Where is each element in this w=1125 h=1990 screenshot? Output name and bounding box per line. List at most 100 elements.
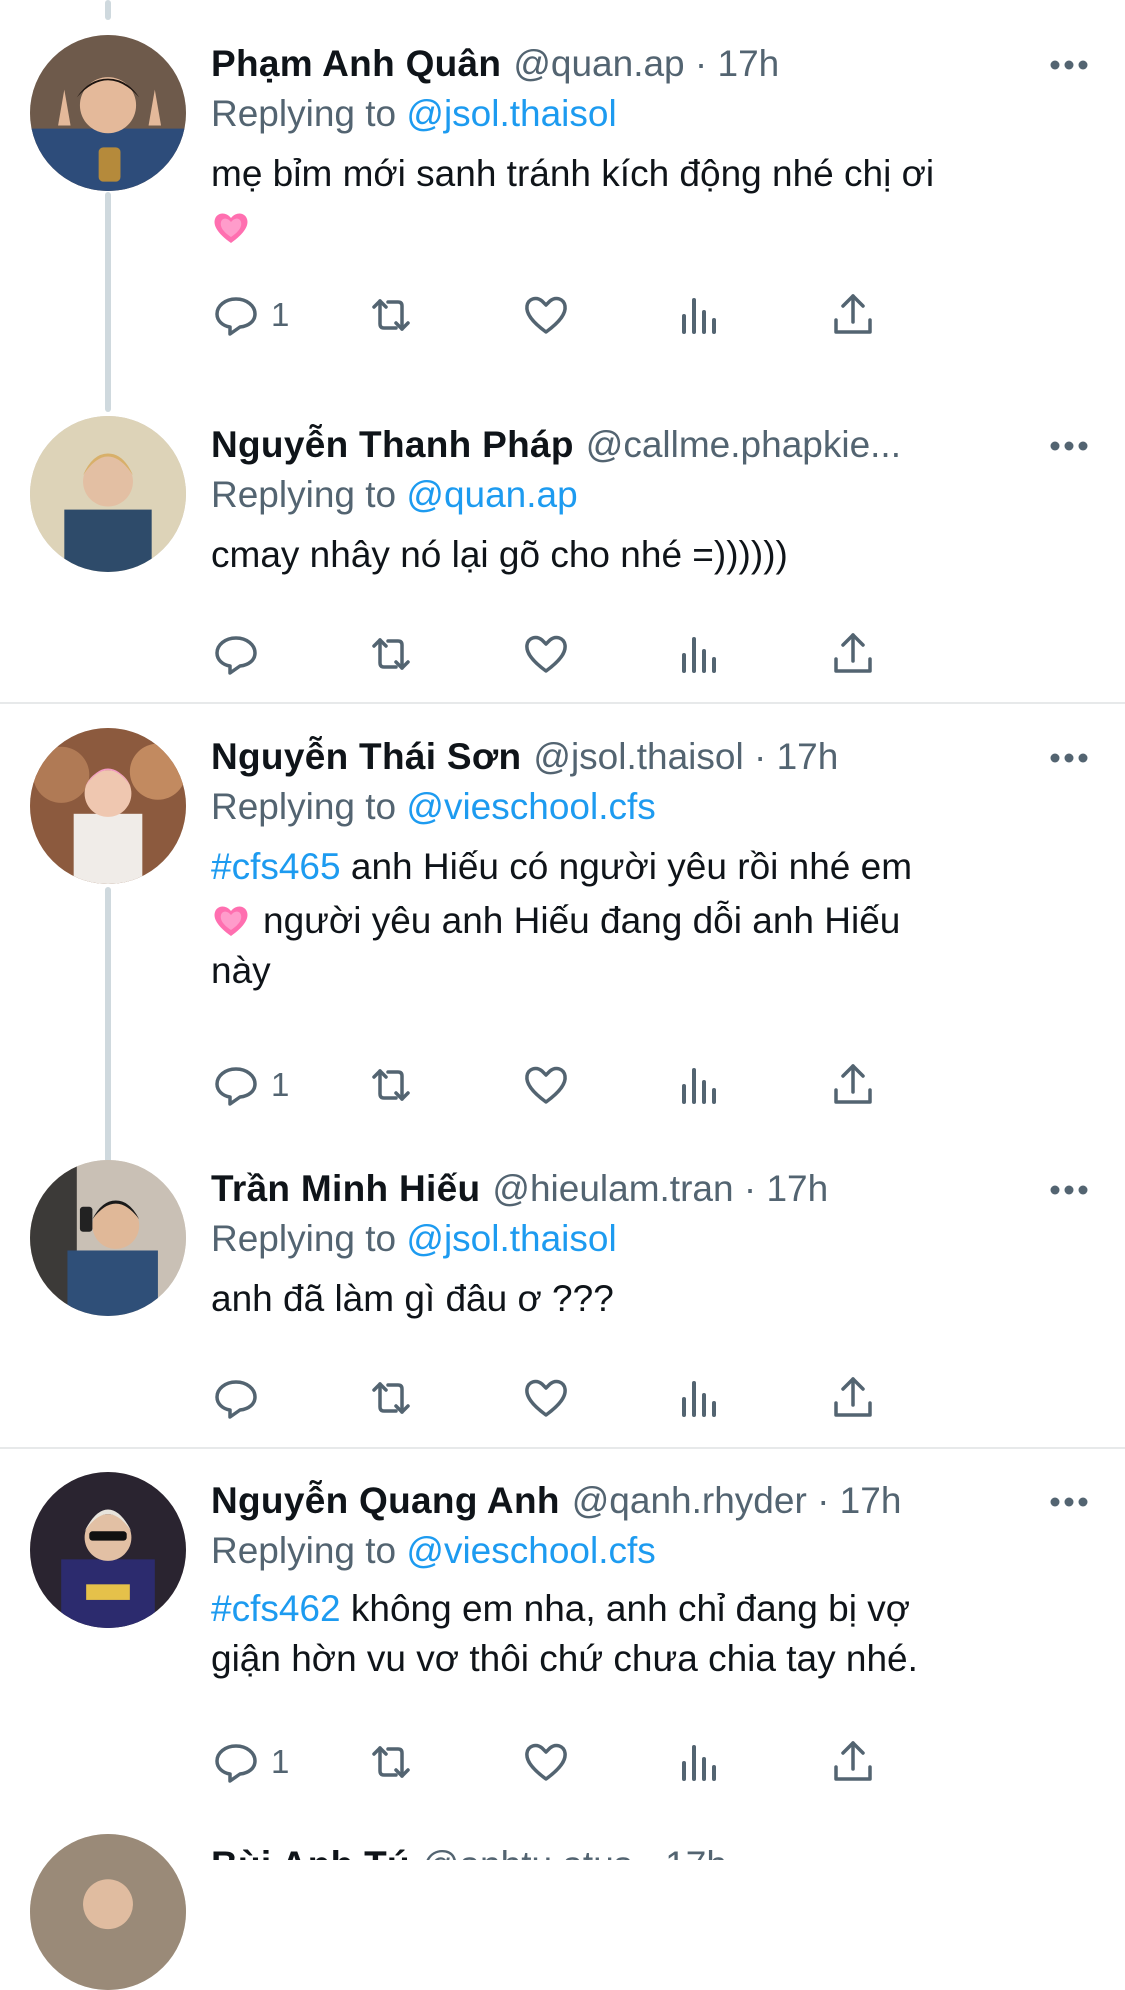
reply-icon [215, 636, 257, 675]
author-handle[interactable]: @callme.phapkie... [586, 424, 901, 465]
views-button[interactable] [674, 1055, 724, 1115]
author-handle[interactable]: @hieulam.tran [492, 1168, 733, 1209]
timestamp[interactable]: · 17h [817, 1480, 901, 1521]
timestamp[interactable]: · 17h [695, 43, 779, 84]
tweet-text-line: #cfs465 anh Hiếu có người yêu rồi nhé em [211, 840, 1105, 894]
reply-button[interactable] [211, 624, 271, 684]
tweet-text-line: #cfs462 không em nha, anh chỉ đang bị vợ [211, 1584, 1105, 1634]
reply-icon [215, 1744, 257, 1783]
author-handle[interactable]: @jsol.thaisol [533, 736, 743, 777]
views-button[interactable] [674, 624, 724, 684]
more-options-button[interactable] [1043, 732, 1095, 784]
retweet-button[interactable] [366, 1732, 416, 1792]
share-button[interactable] [828, 1732, 878, 1792]
avatar[interactable] [30, 35, 186, 191]
like-button[interactable] [521, 1732, 571, 1792]
avatar-image [30, 35, 186, 191]
share-button[interactable] [828, 285, 878, 345]
replying-prefix: Replying to [211, 1530, 407, 1571]
author-name[interactable]: Phạm Anh Quân [211, 43, 501, 84]
tweet[interactable]: Nguyễn Quang Anh @qanh.rhyder · 17h Reply… [0, 1472, 1125, 1792]
more-options-button[interactable] [1043, 39, 1095, 91]
like-button[interactable] [521, 285, 571, 345]
tweet[interactable]: Nguyễn Thanh Pháp @callme.phapkie... Repl… [0, 416, 1125, 696]
author-name[interactable]: Nguyễn Quang Anh [211, 1480, 560, 1521]
more-options-button[interactable] [1043, 1476, 1095, 1528]
more-options-button[interactable] [1043, 1164, 1095, 1216]
timestamp[interactable]: · 17h [744, 1168, 828, 1209]
tweet-text-line: mẹ bỉm mới sanh tránh kích động nhé chị … [211, 153, 935, 194]
tweet[interactable]: Nguyễn Thái Sơn @jsol.thaisol · 17h Reply… [0, 728, 1125, 1158]
tweet[interactable]: Phạm Anh Quân @quan.ap · 17h Replying to … [0, 35, 1125, 395]
retweet-button[interactable] [366, 285, 416, 345]
author-handle[interactable]: @quan.ap [513, 43, 684, 84]
replying-prefix: Replying to [211, 474, 407, 515]
reply-icon [215, 297, 257, 336]
hashtag-link[interactable]: #cfs465 [211, 846, 341, 887]
reply-button[interactable]: 1 [211, 285, 289, 345]
tweet-text-segment: không em nha, anh chỉ đang bị vợ [340, 1588, 910, 1629]
views-button[interactable] [674, 1368, 724, 1428]
share-icon [834, 633, 872, 673]
like-button[interactable] [521, 1368, 571, 1428]
tweet-header: Nguyễn Thanh Pháp @callme.phapkie... [211, 416, 1105, 474]
author-name[interactable]: Bùi Anh Tú [211, 1844, 410, 1860]
author-name[interactable]: Trần Minh Hiếu [211, 1168, 480, 1209]
avatar[interactable] [30, 416, 186, 572]
views-button[interactable] [674, 1732, 724, 1792]
avatar[interactable] [30, 1834, 186, 1990]
thread-divider [0, 1447, 1125, 1449]
retweet-icon [372, 1746, 410, 1778]
like-button[interactable] [521, 624, 571, 684]
tweet-text: #cfs465 anh Hiếu có người yêu rồi nhé em… [211, 840, 1105, 994]
share-button[interactable] [828, 624, 878, 684]
like-button[interactable] [521, 1055, 571, 1115]
tweet-text-line: người yêu anh Hiếu đang dỗi anh Hiếu [211, 894, 1105, 948]
mention-link[interactable]: @vieschool.cfs [406, 1530, 655, 1571]
retweet-button[interactable] [366, 1368, 416, 1428]
tweet-text-line: anh đã làm gì đâu ơ ??? [211, 1278, 614, 1319]
tweet-text-segment: anh Hiếu có người yêu rồi nhé em [340, 846, 913, 887]
thread-line [105, 0, 111, 20]
reply-button[interactable] [211, 1368, 271, 1428]
tweet-header: Nguyễn Quang Anh @qanh.rhyder · 17h [211, 1472, 1105, 1530]
share-button[interactable] [828, 1055, 878, 1115]
avatar-image [30, 1472, 186, 1628]
reply-count: 1 [271, 1743, 290, 1780]
tweet[interactable]: Bùi Anh Tú @anhtu.atus · 17h [0, 1834, 1125, 1990]
views-button[interactable] [674, 285, 724, 345]
avatar[interactable] [30, 1160, 186, 1316]
more-icon [1050, 441, 1088, 451]
mention-link[interactable]: @quan.ap [406, 474, 577, 515]
tweet[interactable]: Trần Minh Hiếu @hieulam.tran · 17h Replyi… [0, 1160, 1125, 1440]
retweet-button[interactable] [366, 1055, 416, 1115]
hashtag-link[interactable]: #cfs462 [211, 1588, 341, 1629]
share-icon [834, 1377, 872, 1417]
author-name[interactable]: Nguyễn Thanh Pháp [211, 424, 574, 465]
timestamp[interactable]: · 17h [754, 736, 838, 777]
avatar-image [30, 1834, 186, 1990]
like-icon [525, 1066, 567, 1104]
mention-link[interactable]: @jsol.thaisol [406, 1218, 616, 1259]
mention-link[interactable]: @jsol.thaisol [406, 93, 616, 134]
views-icon [682, 298, 716, 334]
author-name[interactable]: Nguyễn Thái Sơn [211, 736, 521, 777]
mention-link[interactable]: @vieschool.cfs [406, 786, 655, 827]
replying-to: Replying to @vieschool.cfs [211, 1526, 1105, 1576]
author-handle[interactable]: @anhtu.atus [422, 1844, 632, 1860]
reply-button[interactable]: 1 [211, 1055, 289, 1115]
author-handle[interactable]: @qanh.rhyder [572, 1480, 807, 1521]
tweet-text: anh đã làm gì đâu ơ ??? [211, 1272, 1105, 1326]
timestamp[interactable]: · 17h [643, 1844, 727, 1860]
tweet-actions: 1 [211, 1732, 991, 1792]
like-icon [525, 1743, 567, 1781]
reply-button[interactable]: 1 [211, 1732, 289, 1792]
more-options-button[interactable] [1043, 420, 1095, 472]
views-icon [682, 1381, 716, 1417]
retweet-button[interactable] [366, 624, 416, 684]
avatar[interactable] [30, 1472, 186, 1628]
avatar[interactable] [30, 728, 186, 884]
share-button[interactable] [828, 1368, 878, 1428]
reply-icon [215, 1067, 257, 1106]
tweet-header: Trần Minh Hiếu @hieulam.tran · 17h [211, 1160, 1105, 1218]
